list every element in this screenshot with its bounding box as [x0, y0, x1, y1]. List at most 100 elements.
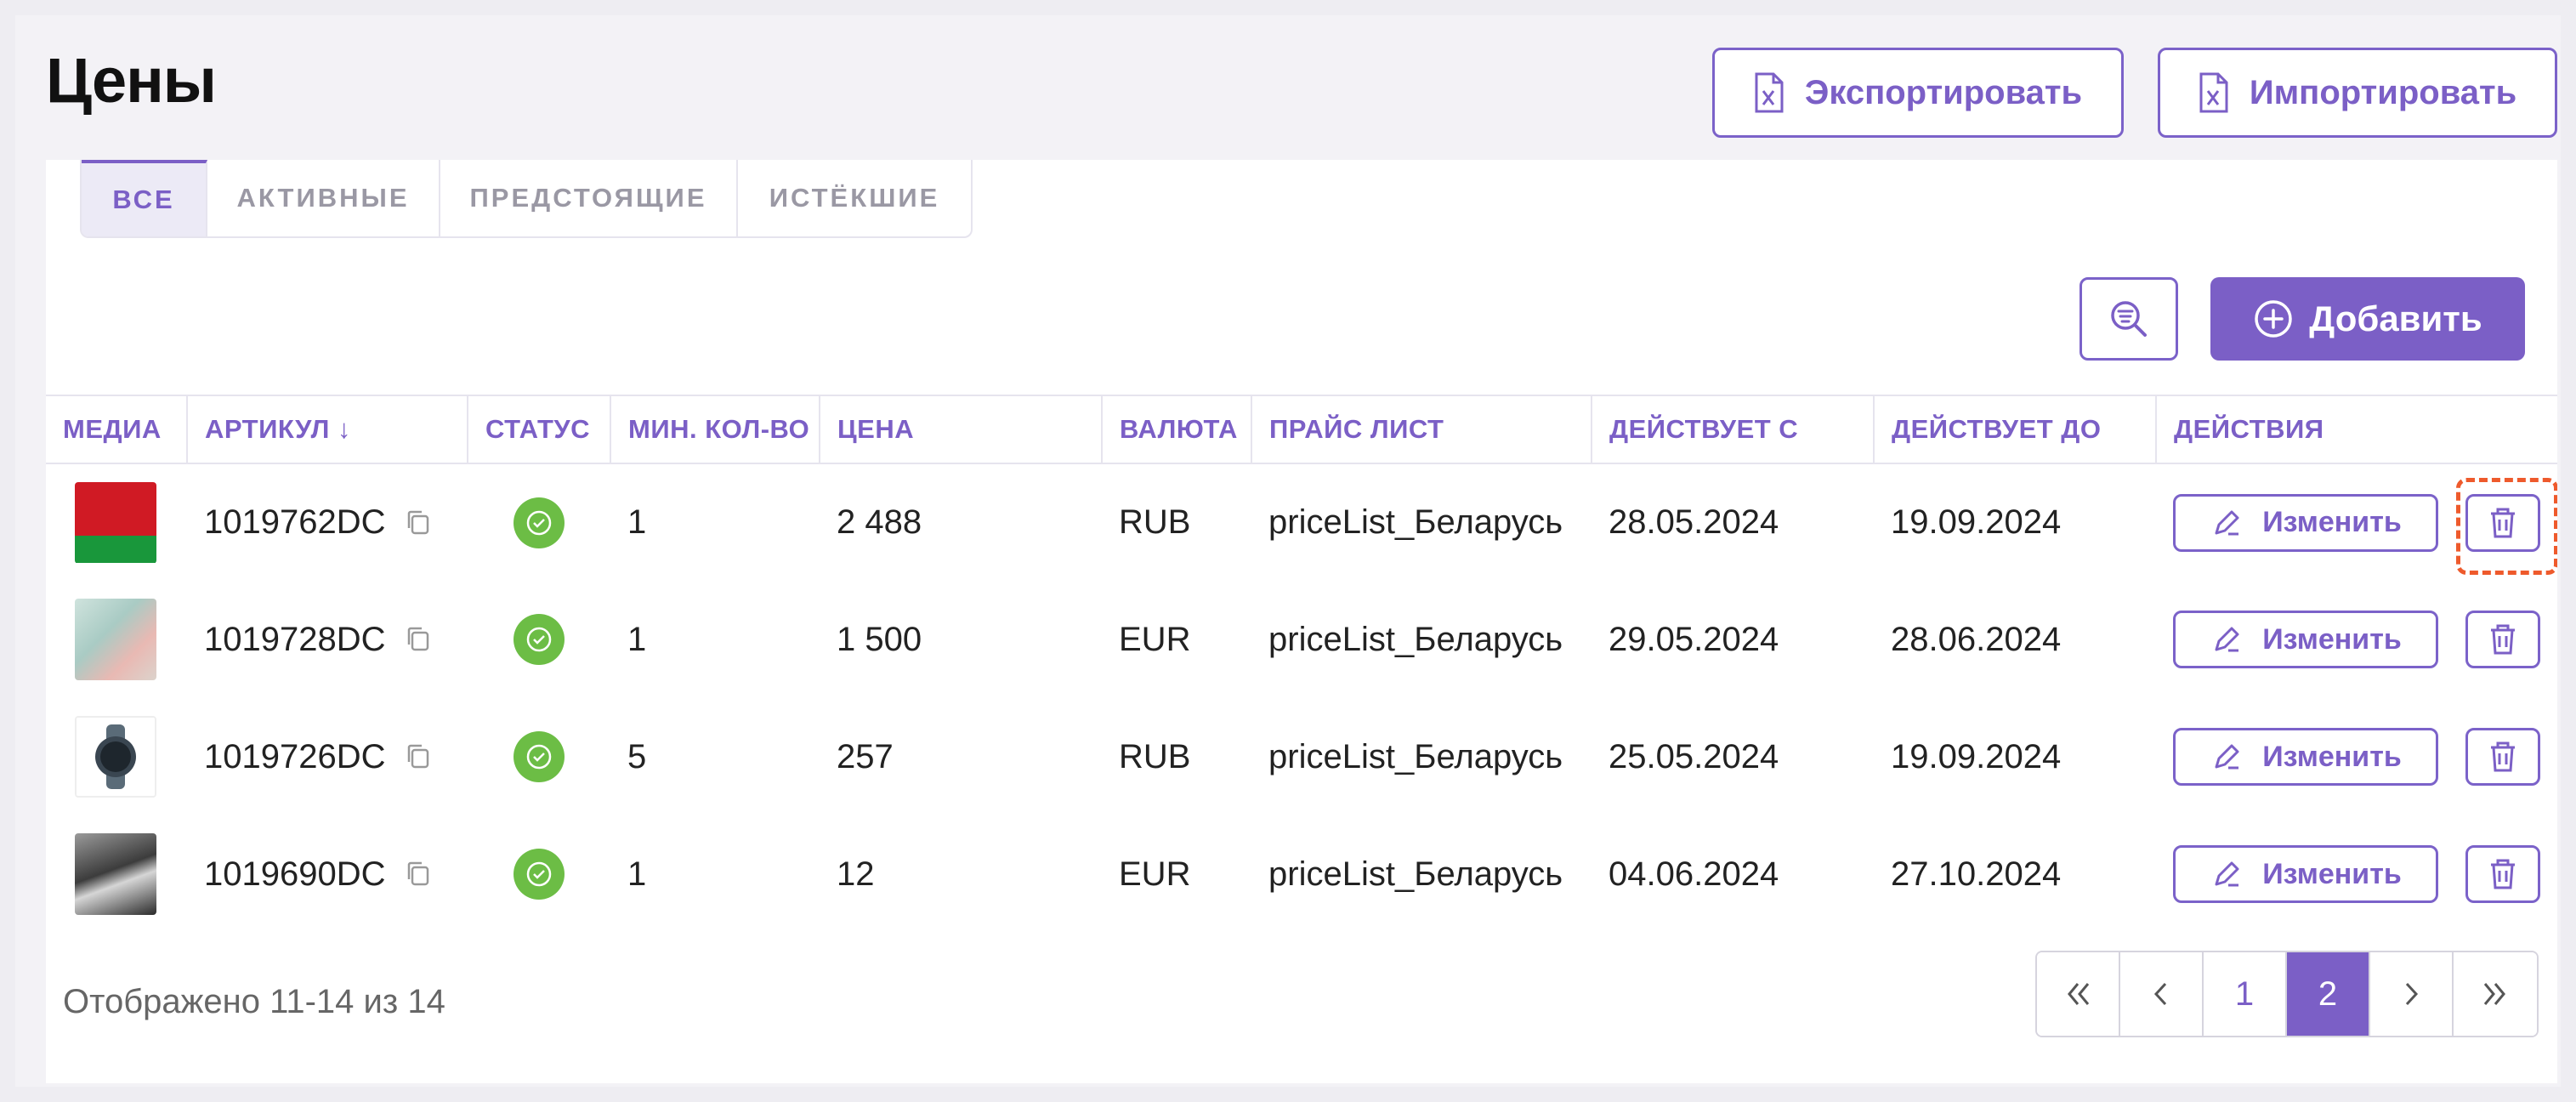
prices-table: МЕДИА АРТИКУЛ ↓ СТАТУС МИН. КОЛ-ВО ЦЕНА …: [46, 395, 2557, 933]
chevron-right-icon: [2405, 982, 2419, 1006]
copy-icon[interactable]: [405, 742, 432, 771]
import-label: Импортировать: [2249, 73, 2517, 111]
pagination-summary: Отображено 11-14 из 14: [63, 983, 445, 1020]
price-value: 257: [837, 737, 894, 775]
pencil-icon: [2215, 510, 2239, 535]
edit-label: Изменить: [2262, 740, 2402, 773]
add-button[interactable]: Добавить: [2210, 277, 2525, 361]
currency-value: EUR: [1119, 855, 1191, 893]
page-2-button[interactable]: 2: [2287, 952, 2370, 1036]
status-active-icon: [513, 614, 565, 665]
min-qty-value: 1: [627, 855, 647, 893]
valid-from-value: 29.05.2024: [1609, 620, 1779, 658]
status-active-icon: [513, 849, 565, 900]
column-header-sku[interactable]: АРТИКУЛ ↓: [187, 395, 468, 464]
search-filter-icon: [2111, 301, 2147, 337]
valid-to-value: 27.10.2024: [1891, 855, 2062, 893]
excel-file-icon: [2199, 72, 2228, 113]
column-header-price: ЦЕНА: [820, 395, 1103, 464]
pencil-icon: [2215, 627, 2239, 652]
page-title: Цены: [46, 45, 217, 116]
copy-icon[interactable]: [405, 860, 432, 889]
delete-button[interactable]: [2465, 611, 2540, 668]
edit-label: Изменить: [2262, 857, 2402, 890]
filter-search-button[interactable]: [2080, 277, 2178, 361]
valid-from-value: 04.06.2024: [1609, 855, 1779, 893]
page-1-button[interactable]: 1: [2204, 952, 2287, 1036]
copy-icon[interactable]: [405, 508, 432, 537]
flag-red-stripe: [75, 481, 156, 536]
column-header-valid-to: ДЕЙСТВУЕТ ДО: [1874, 395, 2157, 464]
add-label: Добавить: [2309, 298, 2482, 338]
tab-upcoming[interactable]: ПРЕДСТОЯЩИЕ: [440, 160, 738, 236]
pagination: 1 2: [2035, 951, 2539, 1037]
price-list-value: priceList_Беларусь: [1268, 503, 1563, 541]
last-page-button[interactable]: [2454, 952, 2537, 1036]
min-qty-value: 1: [627, 503, 647, 541]
tab-expired[interactable]: ИСТЁКШИЕ: [738, 160, 971, 236]
price-list-value: priceList_Беларусь: [1268, 855, 1563, 893]
trash-icon: [2491, 741, 2515, 772]
copy-icon[interactable]: [405, 625, 432, 654]
table-row: 1019728DC 1 1 500 EUR priceList_Беларусь…: [46, 581, 2557, 698]
table-row: 1019726DC 5 257 RUB priceList_Беларусь 2…: [46, 698, 2557, 815]
edit-button[interactable]: Изменить: [2173, 611, 2438, 668]
delete-button[interactable]: [2456, 477, 2557, 575]
plus-circle-icon: [2255, 300, 2293, 338]
delete-button[interactable]: [2465, 845, 2540, 903]
price-list-value: priceList_Беларусь: [1268, 620, 1563, 658]
currency-value: EUR: [1119, 620, 1191, 658]
double-chevron-right-icon: [2483, 983, 2505, 1005]
prev-page-button[interactable]: [2120, 952, 2204, 1036]
import-button[interactable]: Импортировать: [2158, 48, 2557, 138]
valid-from-value: 25.05.2024: [1609, 737, 1779, 775]
status-active-icon: [513, 497, 565, 548]
sku-value: 1019690DC: [204, 855, 386, 893]
table-header-row: МЕДИА АРТИКУЛ ↓ СТАТУС МИН. КОЛ-ВО ЦЕНА …: [46, 395, 2557, 464]
excel-file-icon: [1755, 72, 1784, 113]
column-header-media: МЕДИА: [46, 395, 188, 464]
status-tabs: ВСЕ АКТИВНЫЕ ПРЕДСТОЯЩИЕ ИСТЁКШИЕ: [80, 160, 973, 238]
product-thumbnail-photo: [75, 833, 156, 915]
trash-icon: [2491, 859, 2515, 889]
trash-icon: [2491, 508, 2515, 537]
tab-all[interactable]: ВСЕ: [82, 160, 207, 236]
edit-label: Изменить: [2262, 506, 2402, 538]
export-button[interactable]: Экспортировать: [1712, 48, 2124, 138]
column-header-price-list: ПРАЙС ЛИСТ: [1251, 395, 1592, 464]
flag-green-stripe: [75, 535, 156, 564]
price-value: 1 500: [837, 620, 922, 658]
edit-button[interactable]: Изменить: [2173, 493, 2438, 552]
column-header-actions: ДЕЙСТВИЯ: [2156, 395, 2557, 464]
column-header-valid-from: ДЕЙСТВУЕТ С: [1592, 395, 1875, 464]
column-header-min-qty: МИН. КОЛ-ВО: [610, 395, 820, 464]
delete-button[interactable]: [2465, 728, 2540, 786]
product-thumbnail-smartwatch: [75, 716, 156, 798]
chevron-left-icon: [2153, 982, 2167, 1006]
tab-active[interactable]: АКТИВНЫЕ: [207, 160, 440, 236]
table-row: 1019690DC 1 12 EUR priceList_Беларусь 04…: [46, 815, 2557, 933]
page: Цены Экспортировать Импортировать ВСЕ АК…: [15, 15, 2561, 1087]
min-qty-value: 1: [627, 620, 647, 658]
valid-to-value: 28.06.2024: [1891, 620, 2062, 658]
table-row: 1019762DC 1 2 488 RUB priceList_Беларусь…: [46, 463, 2557, 581]
first-page-button[interactable]: [2037, 952, 2120, 1036]
next-page-button[interactable]: [2370, 952, 2454, 1036]
pencil-icon: [2215, 861, 2239, 887]
valid-to-value: 19.09.2024: [1891, 503, 2062, 541]
column-header-currency: ВАЛЮТА: [1102, 395, 1252, 464]
pencil-icon: [2215, 744, 2239, 770]
sku-value: 1019726DC: [204, 737, 386, 775]
price-value: 2 488: [837, 503, 922, 541]
sku-value: 1019728DC: [204, 620, 386, 658]
valid-to-value: 19.09.2024: [1891, 737, 2062, 775]
edit-label: Изменить: [2262, 622, 2402, 656]
min-qty-value: 5: [627, 737, 647, 775]
status-active-icon: [513, 731, 565, 782]
price-list-value: priceList_Беларусь: [1268, 737, 1563, 775]
edit-button[interactable]: Изменить: [2173, 728, 2438, 786]
currency-value: RUB: [1119, 503, 1191, 541]
prices-card: ВСЕ АКТИВНЫЕ ПРЕДСТОЯЩИЕ ИСТЁКШИЕ Добави…: [46, 160, 2557, 1083]
valid-from-value: 28.05.2024: [1609, 503, 1779, 541]
edit-button[interactable]: Изменить: [2173, 845, 2438, 903]
